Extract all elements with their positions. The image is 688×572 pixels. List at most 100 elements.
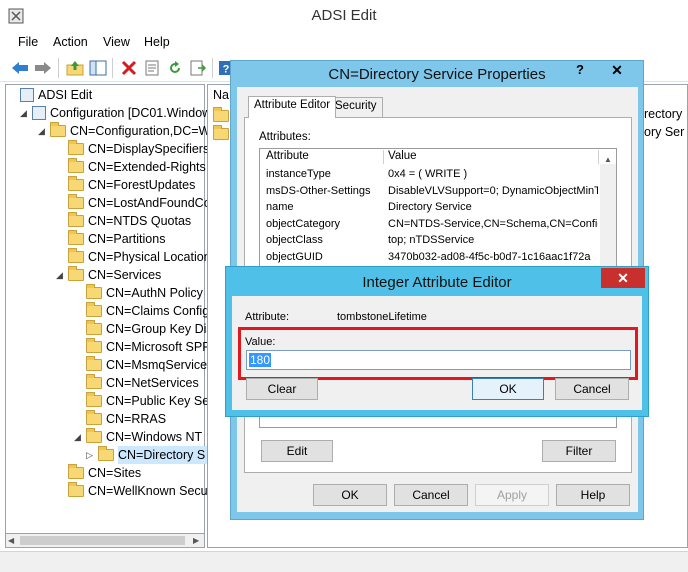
attribute-name-cell[interactable]: name bbox=[266, 201, 381, 213]
integer-editor-title: Integer Attribute Editor bbox=[362, 274, 512, 291]
tab-security[interactable]: Security bbox=[329, 97, 383, 117]
props-cancel-button[interactable]: Cancel bbox=[394, 484, 468, 506]
props-help-button[interactable]: Help bbox=[556, 484, 630, 506]
tree-item[interactable]: CN=RRAS bbox=[74, 410, 166, 428]
tree-item[interactable]: CN=WellKnown Securi bbox=[56, 482, 215, 500]
attribute-value-cell[interactable]: CN=NTDS-Service,CN=Schema,CN=Configu bbox=[388, 218, 598, 230]
tree-item[interactable]: CN=Group Key Dist bbox=[74, 320, 216, 338]
value-label: Value: bbox=[245, 336, 276, 348]
column-divider[interactable] bbox=[383, 150, 384, 164]
tree-item[interactable]: CN=Partitions bbox=[56, 230, 165, 248]
tree-item-label: CN=NetServices bbox=[106, 376, 199, 390]
attribute-value-cell[interactable]: DisableVLVSupport=0; DynamicObjectMinTT bbox=[388, 185, 598, 197]
tree-scroll-thumb[interactable] bbox=[20, 536, 185, 545]
tab-attribute-editor[interactable]: Attribute Editor bbox=[248, 96, 337, 118]
tree-item[interactable]: ◢ CN=Windows NT bbox=[74, 428, 202, 446]
tree-item[interactable]: ◢ Configuration [DC01.Windows bbox=[20, 104, 217, 122]
tree-item-label: CN=Group Key Dist bbox=[106, 322, 217, 336]
tree-item[interactable]: CN=Sites bbox=[56, 464, 141, 482]
attribute-name-cell[interactable]: objectGUID bbox=[266, 251, 381, 263]
collapse-icon[interactable]: ◢ bbox=[74, 428, 86, 446]
tree-item[interactable]: CN=Claims Configu bbox=[74, 302, 216, 320]
props-ok-button[interactable]: OK bbox=[313, 484, 387, 506]
attribute-name-cell[interactable]: msDS-Other-Settings bbox=[266, 185, 381, 197]
tree-item-label: CN=Services bbox=[88, 268, 162, 282]
clear-button[interactable]: Clear bbox=[246, 378, 318, 400]
tree-item[interactable]: CN=DisplaySpecifiers bbox=[56, 140, 209, 158]
column-header-value[interactable]: Value bbox=[388, 150, 417, 162]
tree-item[interactable]: ADSI Edit bbox=[8, 86, 92, 104]
tree-item[interactable]: ◢ CN=Configuration,DC=Wi bbox=[38, 122, 213, 140]
delete-icon[interactable] bbox=[119, 58, 139, 78]
tree-item[interactable]: CN=Physical Locations bbox=[56, 248, 217, 266]
tree-item-label: CN=AuthN Policy C bbox=[106, 286, 216, 300]
menu-help[interactable]: Help bbox=[144, 35, 170, 49]
folder-icon bbox=[68, 212, 84, 227]
edit-button[interactable]: Edit bbox=[261, 440, 333, 462]
tree-item-label: ADSI Edit bbox=[38, 88, 93, 102]
attribute-value-cell[interactable]: top; nTDSService bbox=[388, 234, 598, 246]
value-input-text[interactable]: 180 bbox=[249, 353, 272, 367]
integer-editor-close-button[interactable]: ✕ bbox=[601, 268, 645, 288]
scroll-up-icon[interactable]: ▲ bbox=[604, 155, 612, 164]
folder-icon bbox=[86, 338, 102, 353]
tree-item-label: CN=ForestUpdates bbox=[88, 178, 196, 192]
attribute-name-cell[interactable]: instanceType bbox=[266, 168, 381, 180]
tree-item[interactable]: ◢ CN=Services bbox=[56, 266, 161, 284]
up-folder-icon[interactable] bbox=[65, 58, 85, 78]
tree-item[interactable]: CN=NTDS Quotas bbox=[56, 212, 191, 230]
folder-icon bbox=[68, 140, 84, 155]
folder-icon bbox=[86, 428, 102, 443]
export-list-icon[interactable] bbox=[188, 58, 208, 78]
results-column-header-name[interactable]: Na bbox=[213, 88, 229, 102]
dialog-close-button[interactable]: ✕ bbox=[597, 62, 637, 80]
expand-icon[interactable]: ▷ bbox=[86, 446, 98, 464]
scroll-right-icon[interactable]: ▶ bbox=[193, 536, 199, 545]
menu-action[interactable]: Action bbox=[53, 35, 88, 49]
tree-item[interactable]: CN=NetServices bbox=[74, 374, 199, 392]
properties-icon[interactable] bbox=[142, 58, 162, 78]
tree-item[interactable]: CN=Extended-Rights bbox=[56, 158, 206, 176]
attributes-vertical-scrollbar[interactable] bbox=[600, 164, 616, 272]
attribute-value-cell[interactable]: Directory Service bbox=[388, 201, 598, 213]
back-arrow-icon[interactable] bbox=[10, 58, 30, 78]
collapse-icon[interactable]: ◢ bbox=[56, 266, 68, 284]
attribute-name-cell[interactable]: objectCategory bbox=[266, 218, 381, 230]
scroll-left-icon[interactable]: ◀ bbox=[8, 536, 14, 545]
results-row[interactable]: rectory bbox=[644, 107, 682, 121]
tree-item[interactable]: CN=Microsoft SPP bbox=[74, 338, 211, 356]
collapse-icon[interactable]: ◢ bbox=[38, 122, 50, 140]
folder-icon bbox=[98, 446, 114, 461]
folder-icon bbox=[86, 356, 102, 371]
refresh-icon[interactable] bbox=[165, 58, 185, 78]
value-input[interactable]: 180 bbox=[246, 350, 631, 370]
tree-item-label: CN=NTDS Quotas bbox=[88, 214, 192, 228]
tree-item[interactable]: CN=LostAndFoundCor bbox=[56, 194, 215, 212]
forward-arrow-icon[interactable] bbox=[33, 58, 53, 78]
attribute-name-cell[interactable]: objectClass bbox=[266, 234, 381, 246]
attribute-value-cell[interactable]: 3470b032-ad08-4f5c-b0d7-1c16aac1f72a bbox=[388, 251, 598, 263]
attribute-value-cell[interactable]: 0x4 = ( WRITE ) bbox=[388, 168, 598, 180]
column-header-attribute[interactable]: Attribute bbox=[266, 150, 309, 162]
int-cancel-button[interactable]: Cancel bbox=[555, 378, 629, 400]
show-hide-tree-icon[interactable] bbox=[88, 58, 108, 78]
collapse-icon[interactable]: ◢ bbox=[20, 104, 32, 122]
props-apply-button[interactable]: Apply bbox=[475, 484, 549, 506]
folder-icon bbox=[68, 194, 84, 209]
menu-file[interactable]: File bbox=[18, 35, 38, 49]
results-row[interactable]: ory Ser bbox=[644, 125, 684, 139]
tree-item[interactable]: CN=AuthN Policy C bbox=[74, 284, 215, 302]
dialog-help-button[interactable]: ? bbox=[566, 62, 594, 80]
tree-item-label: CN=Sites bbox=[88, 466, 142, 480]
tree-item[interactable]: CN=MsmqServices bbox=[74, 356, 213, 374]
tree-item[interactable]: ▷ CN=Directory S bbox=[86, 446, 212, 464]
tree-item[interactable]: CN=Public Key Serv bbox=[74, 392, 220, 410]
tree-item-label: CN=RRAS bbox=[106, 412, 167, 426]
menu-view[interactable]: View bbox=[103, 35, 130, 49]
int-ok-button[interactable]: OK bbox=[472, 378, 544, 400]
tree-item-label: CN=Extended-Rights bbox=[88, 160, 206, 174]
filter-button[interactable]: Filter bbox=[542, 440, 616, 462]
column-divider[interactable] bbox=[598, 150, 599, 164]
tree-item-label: Configuration [DC01.Windows bbox=[50, 106, 218, 120]
tree-item[interactable]: CN=ForestUpdates bbox=[56, 176, 195, 194]
